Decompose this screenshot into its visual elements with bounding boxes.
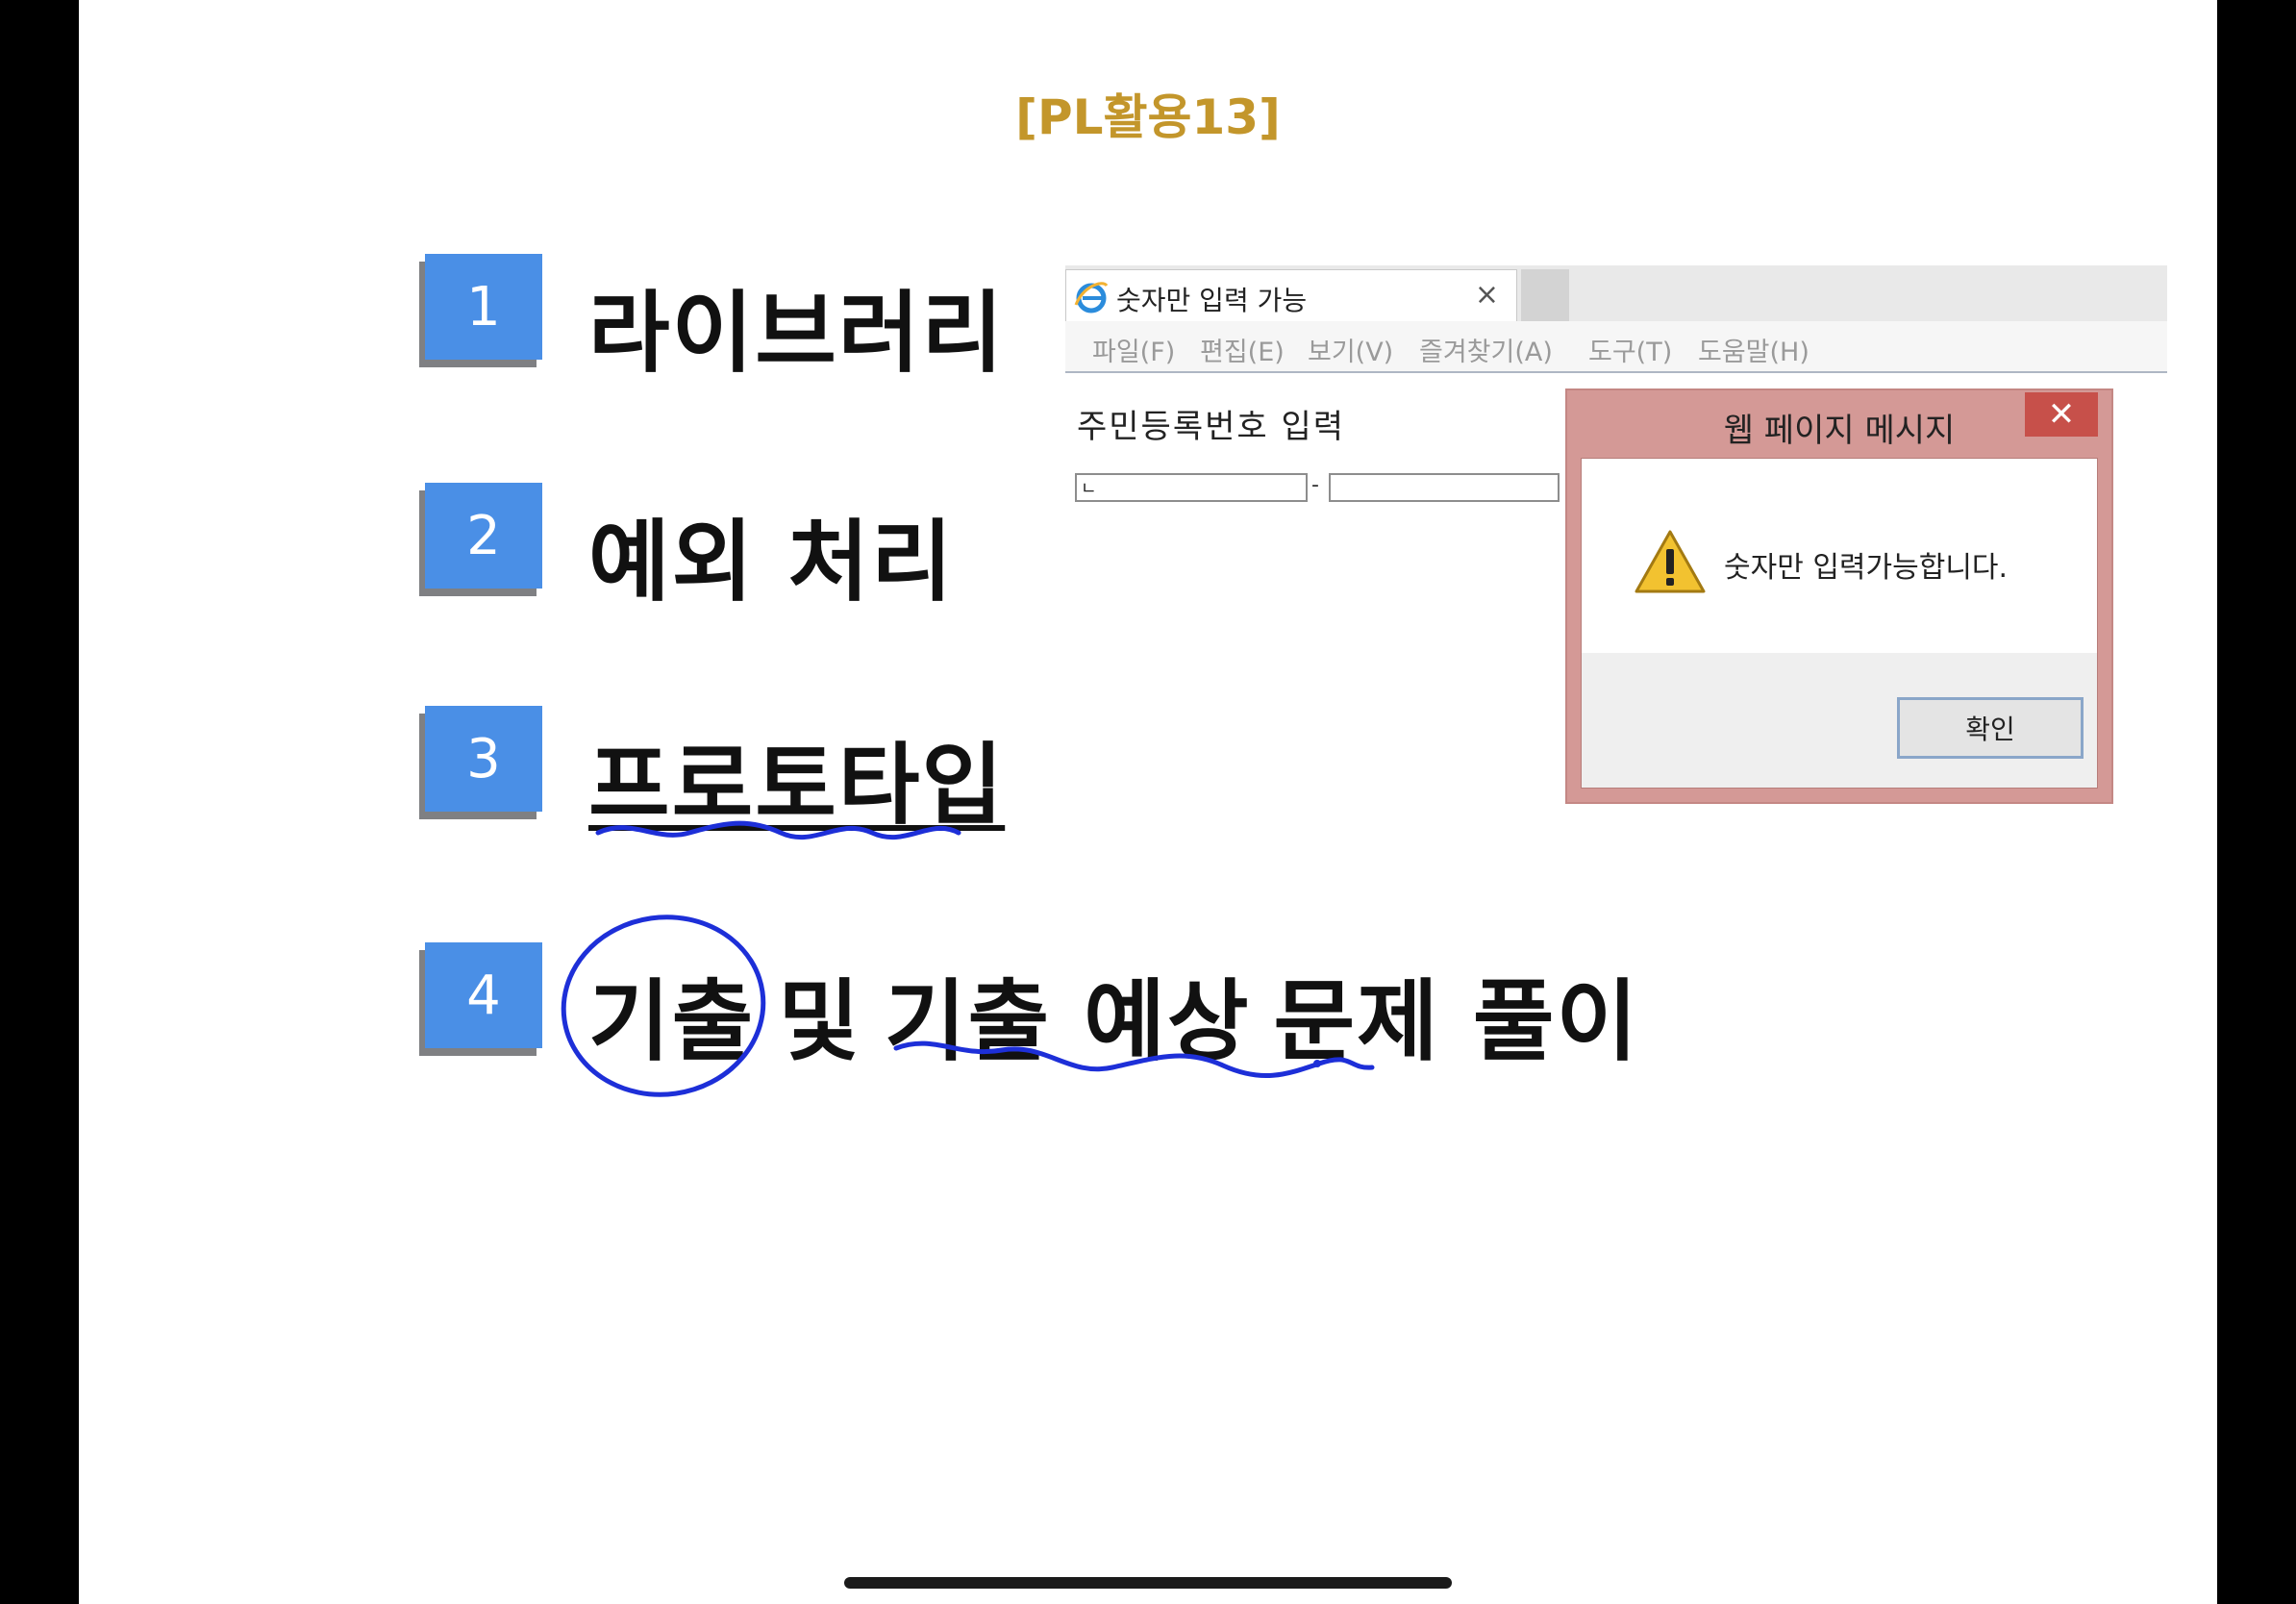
ssn-first-input[interactable]: ㄴ <box>1075 473 1308 502</box>
exam-part-2: 및 <box>778 970 861 1073</box>
menu-help[interactable]: 도움말(H) <box>1698 331 1809 368</box>
browser-tab[interactable]: 숫자만 입력 가능 × <box>1065 269 1517 321</box>
menu-favorites[interactable]: 즐겨찾기(A) <box>1419 331 1553 368</box>
new-tab-button[interactable] <box>1521 269 1569 321</box>
number-badge-2: 2 <box>425 483 542 589</box>
item-label-library: 라이브러리 <box>588 282 1006 385</box>
menu-bar: 파일(F) 편집(E) 보기(V) 즐겨찾기(A) 도구(T) 도움말(H) <box>1065 321 2167 373</box>
slide-title: [PL활용13] <box>1015 89 1281 145</box>
home-indicator[interactable] <box>844 1577 1452 1589</box>
dialog-footer: 확인 <box>1582 653 2097 788</box>
warning-icon <box>1635 530 1706 593</box>
prototype-text: 프로토타입 <box>588 734 1006 837</box>
item-label-prototype: 프로토타입 <box>588 714 1005 841</box>
exam-part-1: 기출 <box>588 970 756 1073</box>
item-label-exam: 기출 및 기출 예상 문제 풀이 <box>588 950 1662 1078</box>
menu-view[interactable]: 보기(V) <box>1308 331 1393 368</box>
ie-logo-icon <box>1074 282 1109 313</box>
alert-dialog: 웹 페이지 메시지 ✕ 숫자만 입력가능합니다. 확인 <box>1565 388 2113 804</box>
item-label-exception: 예외 처리 <box>588 511 955 614</box>
ssn-second-input[interactable] <box>1329 473 1560 502</box>
number-badge-3: 3 <box>425 706 542 812</box>
dialog-close-button[interactable]: ✕ <box>2025 392 2098 437</box>
number-badge-4: 4 <box>425 942 542 1048</box>
number-badge-1: 1 <box>425 254 542 360</box>
exam-part-4: 문제 풀이 <box>1273 970 1640 1073</box>
tab-title: 숫자만 입력 가능 <box>1116 285 1308 316</box>
tab-strip: 숫자만 입력 가능 × <box>1065 265 2167 322</box>
dialog-message: 숫자만 입력가능합니다. <box>1724 551 2009 585</box>
menu-edit[interactable]: 편집(E) <box>1200 331 1285 368</box>
menu-file[interactable]: 파일(F) <box>1092 331 1175 368</box>
page-heading: 주민등록번호 입력 <box>1077 408 1346 446</box>
menu-tools[interactable]: 도구(T) <box>1588 331 1672 368</box>
exam-part-3: 기출 예상 <box>884 970 1251 1073</box>
ssn-dash: - <box>1311 473 1319 497</box>
ok-button[interactable]: 확인 <box>1897 697 2084 759</box>
tab-close-icon[interactable]: × <box>1475 278 1499 312</box>
dialog-body: 숫자만 입력가능합니다. 확인 <box>1581 458 2098 789</box>
